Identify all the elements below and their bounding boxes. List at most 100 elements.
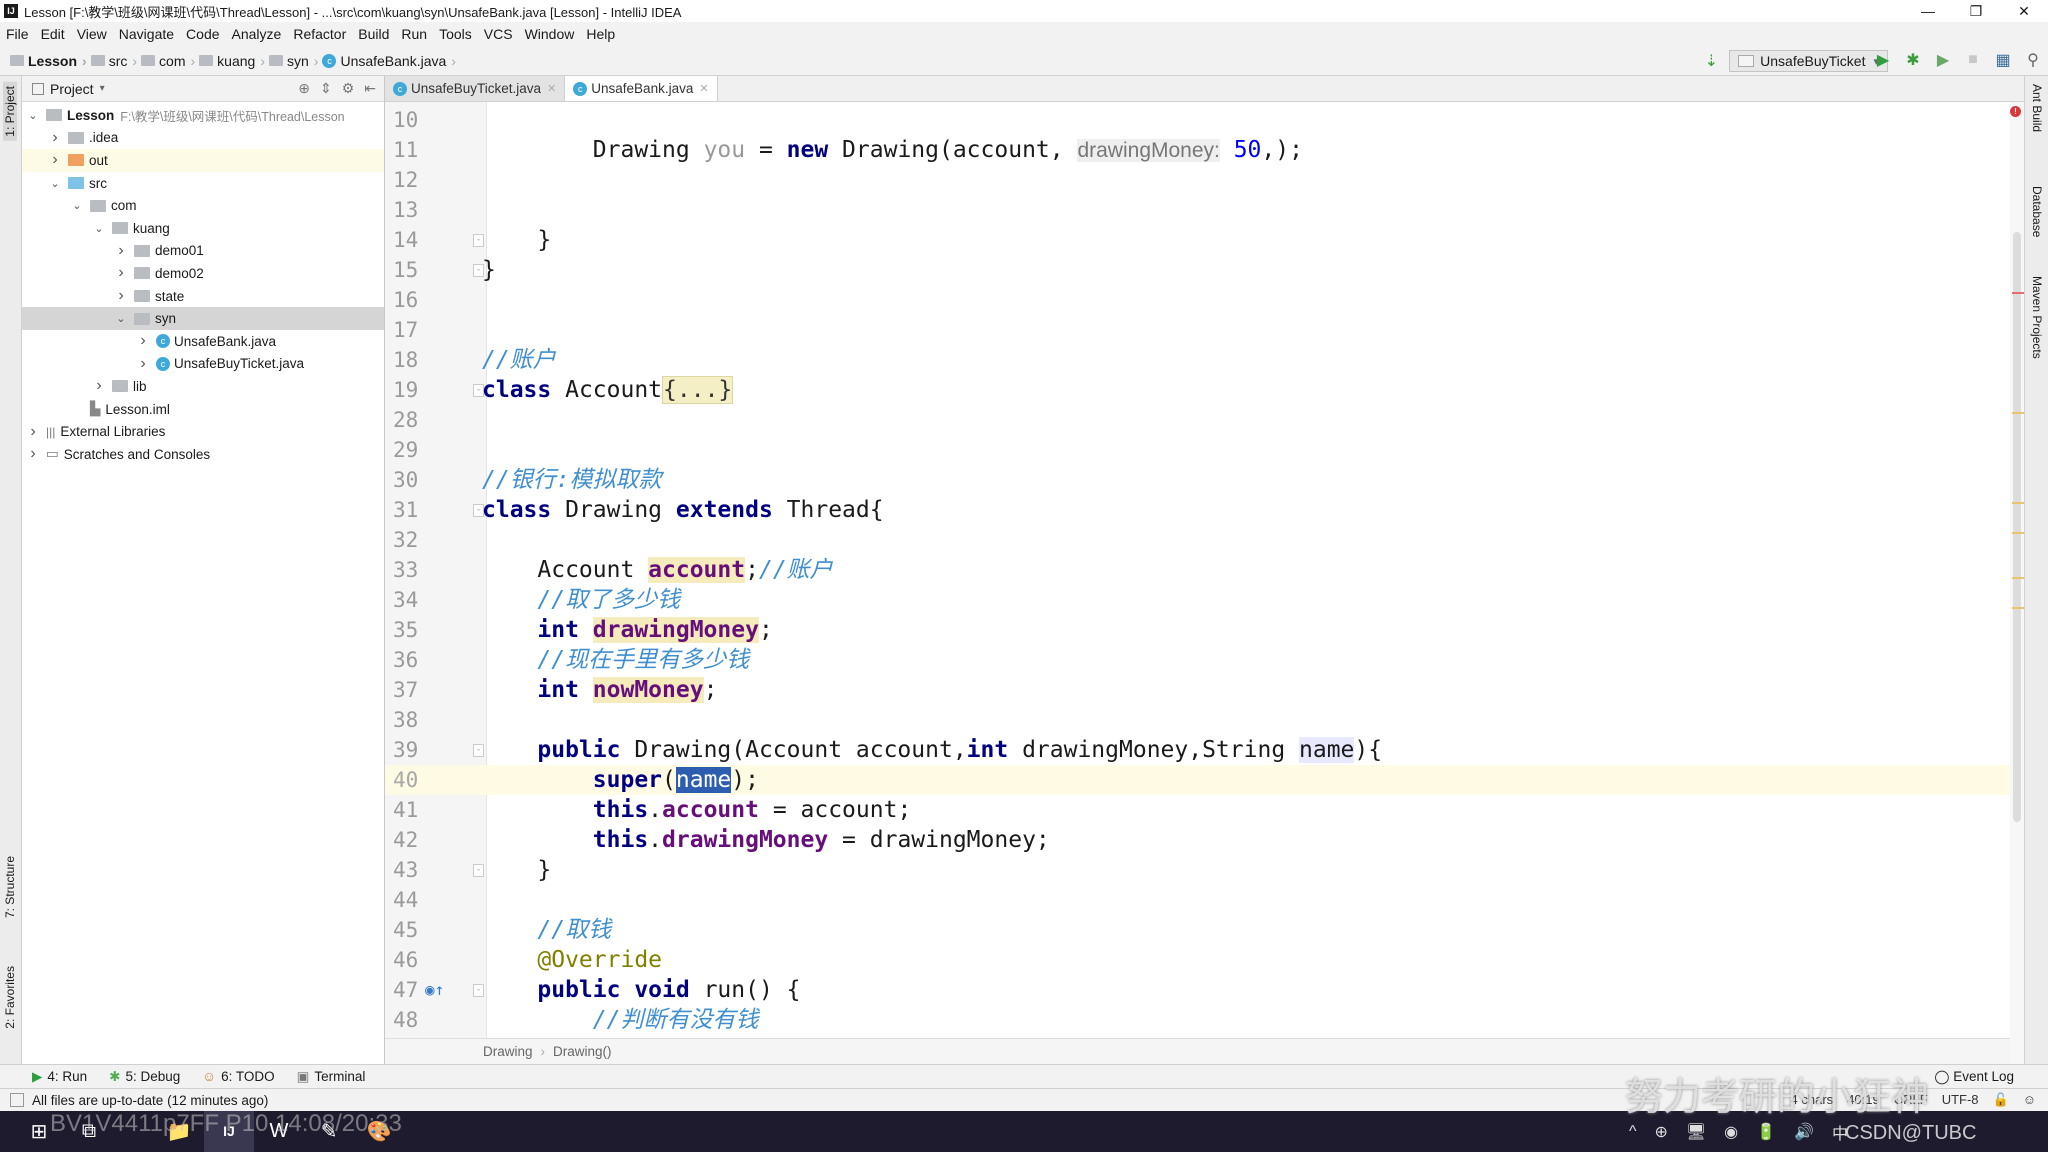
tab-unsafebank-java[interactable]: c UnsafeBank.java ✕ — [565, 76, 718, 101]
code-line[interactable]: 12 — [385, 165, 2010, 195]
run-configuration-select[interactable]: UnsafeBuyTicket ▾ — [1729, 50, 1888, 72]
wps-icon[interactable]: W — [254, 1120, 304, 1143]
code-line[interactable]: 34 //取了多少钱 — [385, 585, 2010, 615]
ant-build-tool-button[interactable]: Ant Build — [2030, 84, 2044, 132]
chevron-down-icon[interactable]: ⌄ — [26, 109, 40, 122]
code-line[interactable]: 29 — [385, 435, 2010, 465]
menu-refactor[interactable]: Refactor — [293, 26, 346, 42]
tree-item[interactable]: ⌄ com — [22, 194, 384, 217]
menu-window[interactable]: Window — [525, 26, 575, 42]
chevron-right-icon[interactable]: › — [26, 423, 40, 441]
show-hidden-icons[interactable]: ^ — [1629, 1123, 1637, 1141]
tree-item[interactable]: › ▭ Scratches and Consoles — [22, 443, 384, 466]
code-line[interactable]: 47- ◉↑ public void run() { — [385, 975, 2010, 1005]
volume-icon[interactable]: 🔊 — [1794, 1122, 1814, 1142]
override-gutter-icon[interactable]: ◉↑ — [425, 975, 444, 1005]
tree-item[interactable]: ⌄ Lesson F:\教学\班级\网课班\代码\Thread\Lesson — [22, 104, 384, 127]
chevron-right-icon[interactable]: › — [26, 445, 40, 463]
code-line[interactable]: 13 — [385, 195, 2010, 225]
breadcrumb-item[interactable]: syn › — [268, 53, 318, 69]
error-indicator-icon[interactable]: ! — [2010, 106, 2021, 117]
close-tab-icon[interactable]: ✕ — [547, 82, 556, 95]
code-line[interactable]: 19- class Account{...} — [385, 375, 2010, 405]
restore-button[interactable]: ❐ — [1952, 0, 2000, 22]
code-line[interactable]: 28 — [385, 405, 2010, 435]
code-line[interactable]: 32 — [385, 525, 2010, 555]
chevron-right-icon[interactable]: › — [136, 332, 150, 350]
code-line[interactable]: 31- class Drawing extends Thread{ — [385, 495, 2010, 525]
warning-stripe-mark[interactable] — [2012, 502, 2024, 504]
hide-icon[interactable]: ⇤ — [364, 80, 376, 97]
code-line[interactable]: 35 int drawingMoney; — [385, 615, 2010, 645]
inspector-icon[interactable]: ☺ — [2023, 1092, 2036, 1108]
warning-stripe-mark[interactable] — [2012, 532, 2024, 534]
code-line[interactable]: 46 @Override — [385, 945, 2010, 975]
input-method-icon[interactable]: 中 — [1832, 1120, 1848, 1144]
menu-code[interactable]: Code — [186, 26, 219, 42]
warning-stripe-mark[interactable] — [2012, 577, 2024, 579]
menu-vcs[interactable]: VCS — [484, 26, 513, 42]
tree-item[interactable]: › out — [22, 149, 384, 172]
chevron-right-icon[interactable]: › — [136, 355, 150, 373]
chevron-down-icon[interactable]: ⌄ — [70, 199, 84, 212]
tree-item[interactable]: › demo02 — [22, 262, 384, 285]
chevron-right-icon[interactable]: › — [114, 264, 128, 282]
code-line[interactable]: 48 //判断有没有钱 — [385, 1005, 2010, 1035]
locate-icon[interactable]: ⊕ — [298, 80, 310, 97]
caret-position[interactable]: 40:19 — [1847, 1092, 1880, 1108]
warning-stripe-mark[interactable] — [2012, 412, 2024, 414]
chevron-down-icon[interactable]: ▾ — [100, 83, 105, 94]
chevron-down-icon[interactable]: ⌄ — [48, 177, 62, 190]
code-line[interactable]: 40 super(name); — [385, 765, 2010, 795]
close-tab-icon[interactable]: ✕ — [699, 82, 708, 95]
menu-run[interactable]: Run — [401, 26, 427, 42]
code-line[interactable]: 36 //现在手里有多少钱 — [385, 645, 2010, 675]
error-stripe-mark[interactable] — [2012, 292, 2024, 294]
breadcrumb-class[interactable]: Drawing — [483, 1044, 533, 1059]
chevron-right-icon[interactable]: › — [114, 287, 128, 305]
project-structure-icon[interactable]: ▦ — [1994, 50, 2012, 70]
code-line[interactable]: 17 — [385, 315, 2010, 345]
chevron-right-icon[interactable]: › — [48, 151, 62, 169]
project-view-select[interactable]: Project — [50, 81, 94, 97]
debug-icon[interactable]: ✱ — [1904, 50, 1922, 70]
tool-window-run[interactable]: ▶ 4: Run — [32, 1069, 87, 1085]
tab-unsafebuyticket-java[interactable]: c UnsafeBuyTicket.java ✕ — [385, 76, 566, 101]
sort-icon[interactable]: ⇣ — [1705, 51, 1718, 71]
paint-icon[interactable]: 🎨 — [354, 1119, 404, 1144]
file-encoding[interactable]: UTF-8 — [1942, 1092, 1979, 1108]
menu-help[interactable]: Help — [586, 26, 615, 42]
tree-item[interactable]: ▙ Lesson.iml — [22, 398, 384, 421]
code-line[interactable]: 30 //银行:模拟取款 — [385, 465, 2010, 495]
collapse-all-icon[interactable]: ⇕ — [320, 80, 332, 97]
gear-icon[interactable]: ⚙ — [342, 80, 355, 97]
breadcrumb-method[interactable]: Drawing() — [553, 1044, 612, 1059]
tool-windows-toggle-icon[interactable] — [10, 1093, 24, 1107]
network-icon[interactable]: 🖥 — [1686, 1122, 1706, 1142]
menu-analyze[interactable]: Analyze — [232, 26, 282, 42]
maven-projects-tool-button[interactable]: Maven Projects — [2030, 276, 2044, 359]
file-explorer-icon[interactable]: 📁 — [154, 1119, 204, 1144]
favorites-tool-button[interactable]: 2: Favorites — [3, 966, 17, 1029]
code-line[interactable]: 44 — [385, 885, 2010, 915]
warning-stripe-mark[interactable] — [2012, 607, 2024, 609]
tree-item[interactable]: ⌄ kuang — [22, 217, 384, 240]
code-line[interactable]: 37 int nowMoney; — [385, 675, 2010, 705]
database-tool-button[interactable]: Database — [2030, 186, 2044, 237]
code-line[interactable]: 41 this.account = account; — [385, 795, 2010, 825]
code-line[interactable]: 15-} — [385, 255, 2010, 285]
run-icon[interactable]: ▶ — [1874, 50, 1892, 70]
code-area[interactable]: 10 11 Drawing you = new Drawing(account, … — [385, 102, 2010, 1038]
code-line[interactable]: 10 — [385, 105, 2010, 135]
menu-view[interactable]: View — [77, 26, 107, 42]
record-icon[interactable]: ◉ — [1724, 1122, 1738, 1142]
chevron-right-icon[interactable]: › — [48, 129, 62, 147]
code-line[interactable]: 33 Account account;//账户 — [385, 555, 2010, 585]
chevron-down-icon[interactable]: ⌄ — [92, 222, 106, 235]
structure-tool-button[interactable]: 7: Structure — [3, 856, 17, 918]
minimize-button[interactable]: — — [1904, 0, 1952, 22]
close-button[interactable]: ✕ — [2000, 0, 2048, 22]
code-line[interactable]: 38 — [385, 705, 2010, 735]
tree-item[interactable]: › lib — [22, 375, 384, 398]
menu-file[interactable]: File — [6, 26, 29, 42]
